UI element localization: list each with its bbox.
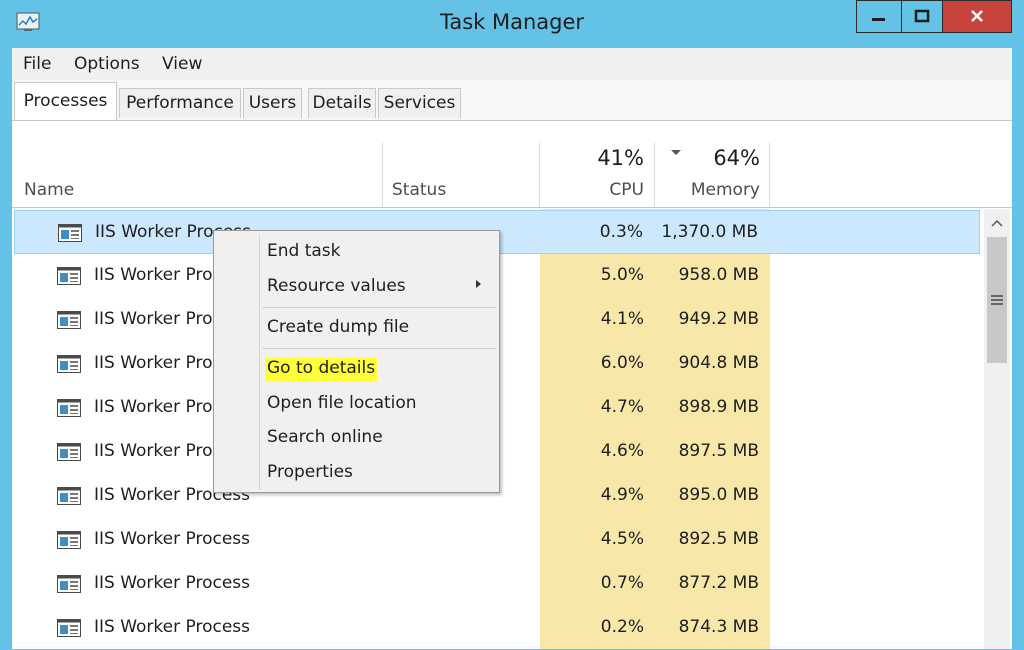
menu-item-properties[interactable]: Properties [267,462,353,486]
processes-panel: Name Status 41% CPU 64% Memory IIS Worke… [12,121,1012,649]
process-window-icon [57,531,81,549]
process-cpu: 4.1% [600,309,644,329]
scroll-up-icon[interactable] [991,219,1003,227]
process-memory: 874.3 MB [678,617,759,637]
scroll-thumb[interactable] [987,237,1007,363]
minimize-button[interactable] [856,0,902,33]
menu-bar: File Options View [12,48,1012,80]
process-memory: 895.0 MB [678,485,759,505]
process-window-icon [57,399,81,417]
sort-descending-icon [671,150,681,155]
process-cpu: 0.2% [600,617,644,637]
maximize-icon [914,9,930,23]
column-separator[interactable] [769,143,770,207]
process-name: IIS Worker Process [94,573,251,593]
memory-total: 64% [713,146,760,170]
process-memory: 892.5 MB [678,529,759,549]
cpu-total: 41% [597,146,644,170]
process-window-icon [57,355,81,373]
process-memory: 877.2 MB [678,573,759,593]
submenu-arrow-icon [476,280,481,288]
tab-processes[interactable]: Processes [14,82,117,120]
menu-view[interactable]: View [162,54,202,74]
column-separator[interactable] [382,143,383,207]
process-memory: 898.9 MB [678,397,759,417]
process-name: IIS Worker Process [94,617,251,637]
column-separator[interactable] [539,143,540,207]
process-name: IIS Worker Process [94,529,251,549]
column-separator[interactable] [654,143,655,207]
process-cpu: 4.6% [600,441,644,461]
menu-file[interactable]: File [23,54,51,74]
process-cpu: 4.9% [600,485,644,505]
header-divider [12,207,1012,208]
menu-item-go-to-details[interactable]: Go to details [265,358,378,382]
process-window-icon [57,267,81,285]
vertical-scrollbar[interactable] [984,209,1010,649]
close-button[interactable] [942,0,1012,33]
menu-separator [262,307,496,308]
maximize-button[interactable] [901,0,943,33]
process-cpu: 6.0% [600,353,644,373]
tab-performance[interactable]: Performance [119,88,241,118]
process-cpu: 4.5% [600,529,644,549]
context-menu: End task Resource values Create dump fil… [213,230,500,493]
column-header-status[interactable]: Status [392,180,446,200]
process-cpu: 0.7% [600,573,644,593]
title-bar: Task Manager [0,0,1024,48]
process-window-icon [57,443,81,461]
column-header-name[interactable]: Name [24,180,74,200]
process-window-icon [58,224,82,242]
process-row[interactable]: IIS Worker Process 4.5% 892.5 MB [14,518,980,562]
process-row[interactable]: IIS Worker Process 0.2% 874.3 MB [14,606,980,650]
menu-options[interactable]: Options [74,54,140,74]
process-cpu: 5.0% [600,265,644,285]
menu-item-end-task[interactable]: End task [267,241,341,265]
menu-item-create-dump-file[interactable]: Create dump file [267,317,409,341]
close-icon [971,10,983,22]
process-memory: 949.2 MB [678,309,759,329]
process-memory: 897.5 MB [678,441,759,461]
menu-separator [262,348,496,349]
process-cpu: 4.7% [600,397,644,417]
column-header-memory[interactable]: Memory [691,180,760,200]
grip-icon [991,295,1003,305]
column-header-cpu[interactable]: CPU [609,180,644,200]
menu-gutter [259,235,260,490]
menu-item-search-online[interactable]: Search online [267,427,383,451]
process-window-icon [57,575,81,593]
process-memory: 1,370.0 MB [661,222,758,242]
process-cpu: 0.3% [599,222,643,242]
process-row[interactable]: IIS Worker Process 0.7% 877.2 MB [14,562,980,606]
menu-item-resource-values[interactable]: Resource values [267,276,406,300]
process-window-icon [57,311,81,329]
minimize-icon [872,18,885,21]
process-memory: 904.8 MB [678,353,759,373]
tab-details[interactable]: Details [308,88,376,118]
process-memory: 958.0 MB [678,265,759,285]
menu-item-open-file-location[interactable]: Open file location [267,393,417,417]
tab-bar: Processes Performance Users Details Serv… [12,80,1012,121]
window-frame: File Options View Processes Performance … [12,48,1012,649]
process-window-icon [57,619,81,637]
tab-users[interactable]: Users [243,88,302,118]
tab-services[interactable]: Services [378,88,461,118]
process-window-icon [57,487,81,505]
